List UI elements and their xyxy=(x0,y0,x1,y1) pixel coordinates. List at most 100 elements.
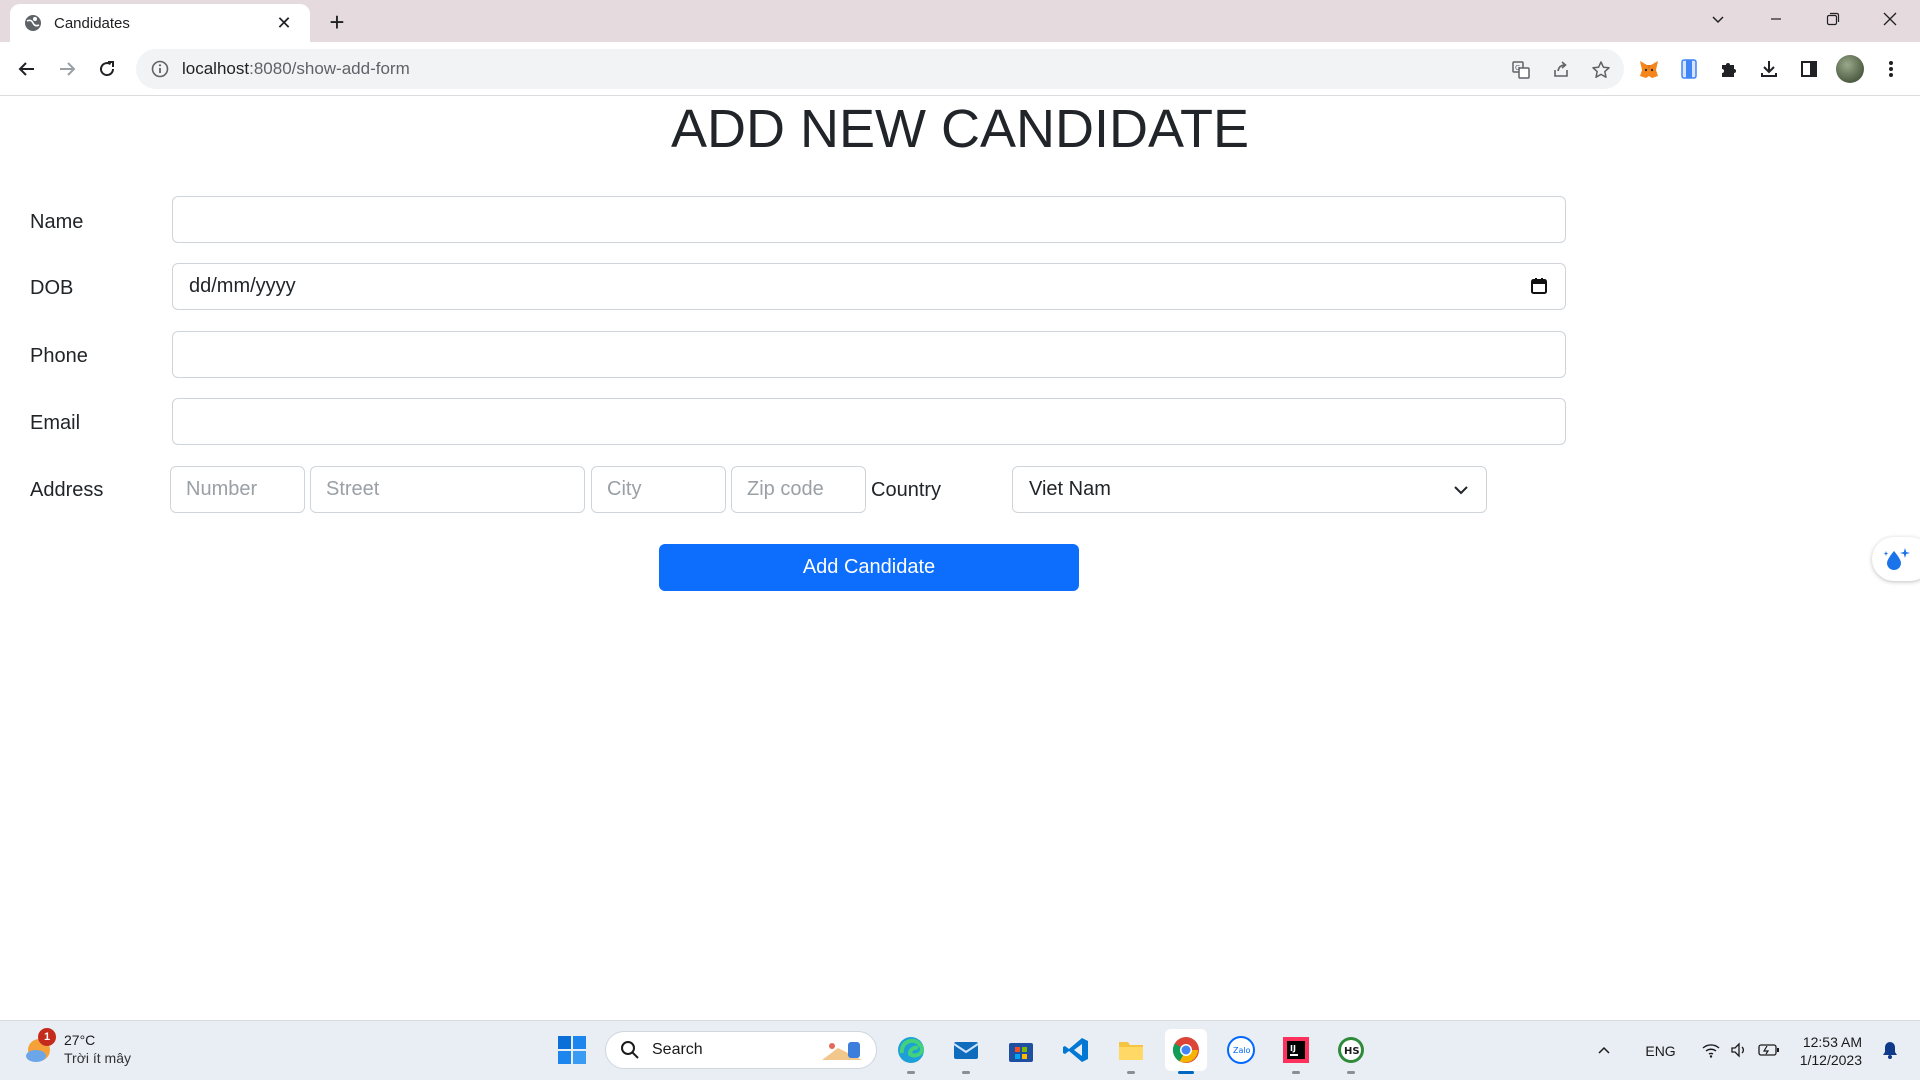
page-content: ADD NEW CANDIDATE Name DOB dd/mm/yyyy Ph… xyxy=(0,97,1920,1020)
address-number-input[interactable]: Number xyxy=(170,466,305,513)
taskbar-mail[interactable] xyxy=(945,1029,987,1074)
folder-icon xyxy=(1119,1042,1143,1060)
windows-logo-icon xyxy=(558,1036,586,1064)
forward-button[interactable] xyxy=(52,54,82,84)
street-placeholder: Street xyxy=(326,478,380,500)
dob-input[interactable]: dd/mm/yyyy xyxy=(172,263,1566,310)
wifi-icon[interactable] xyxy=(1702,1042,1720,1061)
email-input[interactable] xyxy=(172,398,1566,445)
side-panel-icon[interactable] xyxy=(1796,56,1822,82)
show-hidden-icons-chevron-up-icon[interactable] xyxy=(1597,1043,1611,1060)
intellij-icon: IJ xyxy=(1283,1037,1309,1063)
tab-search-icon[interactable] xyxy=(1690,0,1746,38)
tab-strip: Candidates ✕ + xyxy=(0,0,1920,42)
name-label: Name xyxy=(30,211,84,233)
svg-text:G: G xyxy=(1515,64,1520,72)
close-window-button[interactable] xyxy=(1862,0,1918,38)
page-title: ADD NEW CANDIDATE xyxy=(670,99,1250,159)
more-menu-icon[interactable] xyxy=(1878,56,1904,82)
weather-description: Trời ít mây xyxy=(64,1050,131,1066)
taskbar-vscode[interactable] xyxy=(1055,1029,1097,1071)
store-icon xyxy=(1009,1043,1033,1062)
address-bar[interactable]: localhost:8080/show-add-form G xyxy=(136,49,1624,89)
phone-input[interactable] xyxy=(172,331,1566,378)
url-path: :8080/show-add-form xyxy=(249,59,410,78)
number-placeholder: Number xyxy=(186,478,258,500)
vscode-icon xyxy=(1063,1038,1088,1062)
globe-icon xyxy=(24,14,42,32)
search-highlight-art-icon xyxy=(822,1042,862,1060)
browser-toolbar: localhost:8080/show-add-form G xyxy=(0,42,1920,96)
minimize-button[interactable] xyxy=(1748,0,1804,38)
share-icon[interactable] xyxy=(1548,57,1574,83)
restore-button[interactable] xyxy=(1805,0,1861,38)
language-indicator[interactable]: ENG xyxy=(1645,1043,1675,1059)
taskbar-hs-app[interactable]: HS xyxy=(1330,1029,1372,1074)
tab-title: Candidates xyxy=(54,14,130,32)
taskbar-file-explorer[interactable] xyxy=(1110,1029,1152,1074)
windows-taskbar: 1 27°C Trời ít mây Search Zalo IJ HS ENG… xyxy=(0,1020,1920,1080)
translate-icon[interactable]: G xyxy=(1508,57,1534,83)
weather-temp: 27°C xyxy=(64,1032,96,1048)
download-icon[interactable] xyxy=(1756,56,1782,82)
bookmark-star-icon[interactable] xyxy=(1588,57,1614,83)
calendar-icon[interactable] xyxy=(1529,276,1549,296)
back-button[interactable] xyxy=(12,54,42,84)
dob-placeholder: dd/mm/yyyy xyxy=(189,275,296,297)
battery-icon[interactable] xyxy=(1758,1043,1780,1060)
new-tab-button[interactable]: + xyxy=(322,8,352,38)
address-label: Address xyxy=(30,479,104,501)
weather-icon: 1 xyxy=(22,1028,56,1066)
city-placeholder: City xyxy=(607,478,642,500)
reload-button[interactable] xyxy=(92,54,122,84)
zip-placeholder: Zip code xyxy=(747,478,824,500)
taskbar-search[interactable]: Search xyxy=(605,1031,877,1069)
edge-icon xyxy=(898,1037,925,1063)
browser-tab[interactable]: Candidates ✕ xyxy=(10,4,310,42)
notification-badge: 1 xyxy=(38,1028,56,1046)
site-info-icon[interactable] xyxy=(150,59,170,79)
sparkle-drop-icon xyxy=(1883,548,1910,570)
search-label: Search xyxy=(652,1041,703,1058)
taskbar-chrome[interactable] xyxy=(1165,1029,1207,1074)
svg-text:HS: HS xyxy=(1344,1046,1360,1057)
clock-date: 1/12/2023 xyxy=(1799,1052,1862,1068)
volume-icon[interactable] xyxy=(1730,1041,1748,1061)
chrome-icon xyxy=(1172,1037,1199,1063)
country-select[interactable]: Viet Nam xyxy=(1012,466,1487,513)
svg-text:Zalo: Zalo xyxy=(1233,1046,1251,1055)
chevron-down-icon xyxy=(1452,481,1470,499)
close-tab-icon[interactable]: ✕ xyxy=(272,11,296,35)
taskbar-store[interactable] xyxy=(1000,1029,1042,1071)
taskbar-intellij[interactable]: IJ xyxy=(1275,1029,1317,1074)
hs-app-icon: HS xyxy=(1338,1037,1364,1063)
metamask-fox-icon[interactable] xyxy=(1636,56,1662,82)
add-candidate-button[interactable]: Add Candidate xyxy=(659,544,1079,591)
notification-bell-icon[interactable] xyxy=(1882,1041,1898,1062)
search-icon xyxy=(621,1041,639,1059)
extension-doc-icon[interactable] xyxy=(1676,56,1702,82)
url-host: localhost xyxy=(182,59,250,78)
clock-time: 12:53 AM xyxy=(1802,1034,1862,1050)
taskbar-zalo[interactable]: Zalo xyxy=(1220,1029,1262,1071)
address-street-input[interactable]: Street xyxy=(310,466,585,513)
extensions-puzzle-icon[interactable] xyxy=(1716,56,1742,82)
url-text[interactable]: localhost:8080/show-add-form xyxy=(182,59,410,79)
svg-text:IJ: IJ xyxy=(1290,1044,1296,1053)
address-zip-input[interactable]: Zip code xyxy=(731,466,866,513)
mail-icon xyxy=(953,1042,979,1059)
floating-assistant-button[interactable] xyxy=(1872,537,1920,581)
address-city-input[interactable]: City xyxy=(591,466,726,513)
windows-start-button[interactable] xyxy=(552,1030,592,1070)
system-clock[interactable]: 12:53 AM 1/12/2023 xyxy=(1800,1033,1862,1069)
taskbar-edge[interactable] xyxy=(890,1029,932,1074)
zalo-icon: Zalo xyxy=(1227,1036,1255,1064)
weather-widget[interactable]: 1 27°C Trời ít mây xyxy=(22,1028,131,1067)
country-label: Country xyxy=(871,479,942,501)
profile-avatar[interactable] xyxy=(1836,55,1864,83)
country-selected-value: Viet Nam xyxy=(1029,478,1111,500)
email-label: Email xyxy=(30,412,81,434)
phone-label: Phone xyxy=(30,345,88,367)
name-input[interactable] xyxy=(172,196,1566,243)
dob-label: DOB xyxy=(30,277,74,299)
